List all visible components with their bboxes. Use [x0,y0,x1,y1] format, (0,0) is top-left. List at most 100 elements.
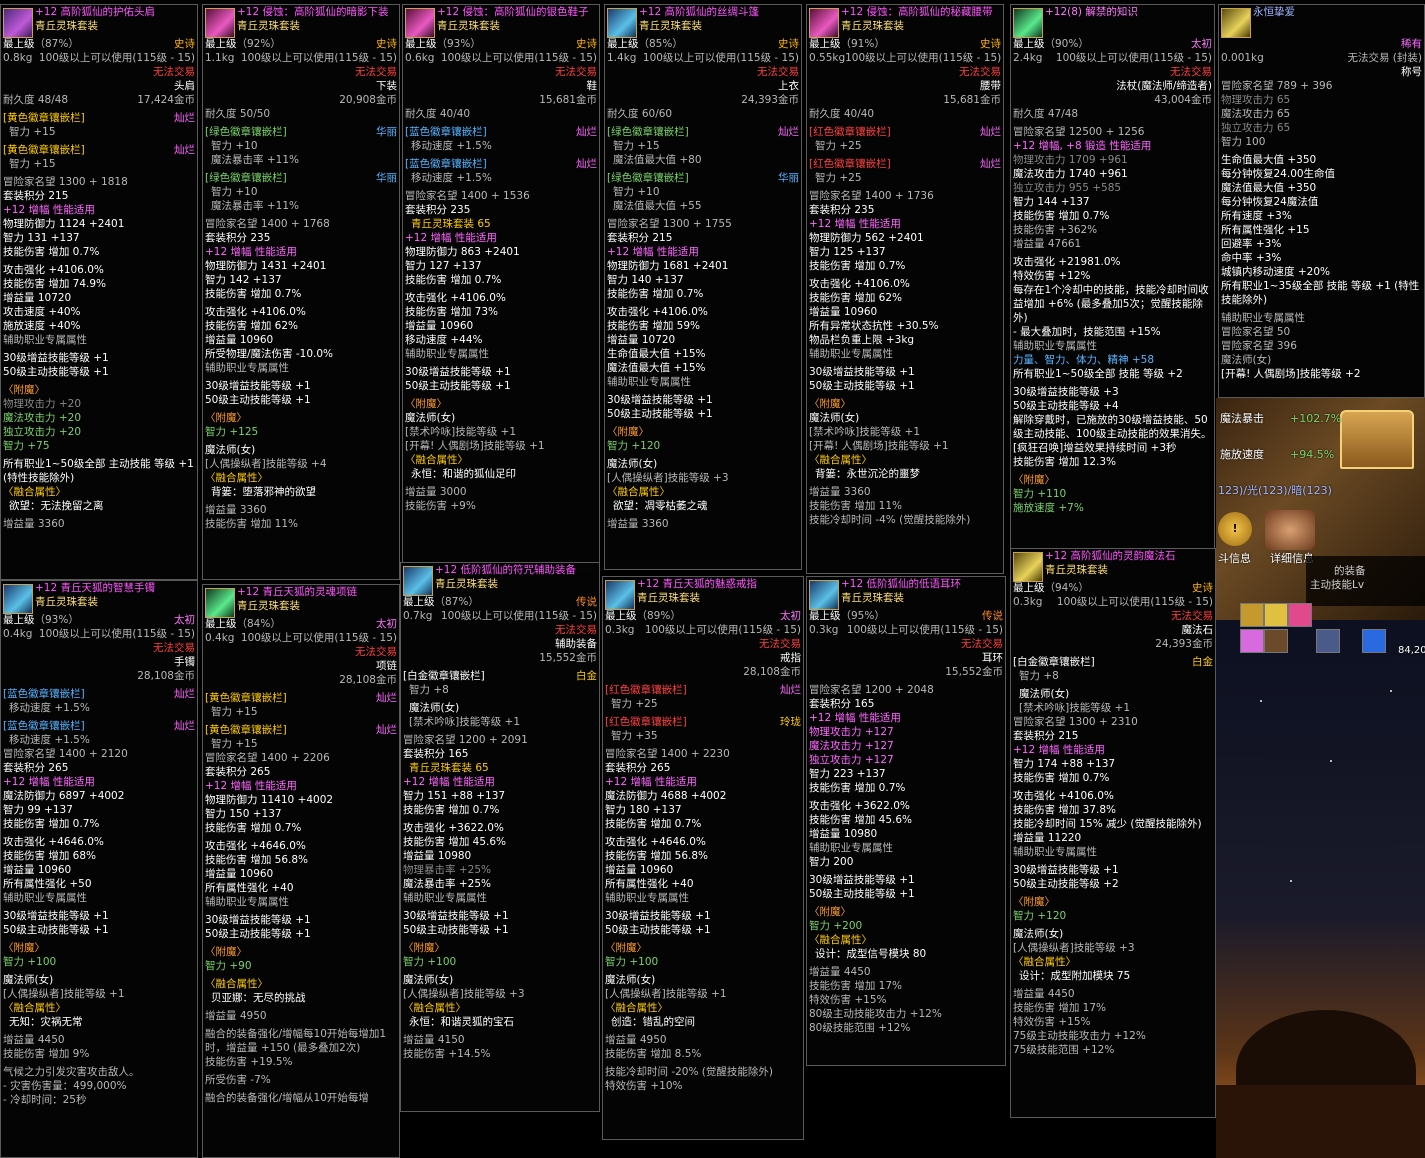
stat-line: 魔法师(女) [607,458,658,470]
stat-line: 物理攻击力 65 [1221,94,1291,106]
stat-row: 15,681金币 [809,93,1001,107]
stat-line: （95%） [840,610,885,622]
stat-line: 腰带 [980,80,1001,92]
stat-line: 辅助职业专属属性 [1013,846,1097,858]
stat-line: 28,108金币 [743,666,801,678]
stat-line: 冒险家名望 12500 + 1256 [1013,126,1145,138]
stat-row: 鞋 [405,79,598,93]
stat-line: 智力 +35 [611,730,658,742]
stat-line: 魔法师(女) [3,974,54,986]
stat-line: 50级主动技能等级 +1 [205,394,311,406]
stat-line: 攻击强化 +4106.0% [3,264,104,276]
stat-line: 所有属性强化 +15 [1221,224,1310,236]
stat-line: 增益量 47661 [1013,238,1082,250]
stat-line: 魔法攻击力 +20 [3,412,81,424]
stat-row: 28,108金币 [205,673,397,687]
stat-line: 魔法暴击率 +11% [211,200,299,212]
stat-line: 技能伤害 增加 0.7% [403,804,500,816]
stat-line: 增益量 11220 [1013,832,1082,844]
stat-line: +12 增幅 性能适用 [3,776,95,788]
stat-line: 技能伤害 增加 0.7% [809,782,906,794]
stat-row: 戒指 [605,651,801,665]
slot-icon[interactable] [1240,629,1264,653]
stat-line: 技能伤害 增加 0.7% [205,822,302,834]
stat-line: - 灾害伤害量：499,000% [3,1080,127,1092]
stat-row: 上衣 [607,79,799,93]
stat-line: 融合的装备强化/增幅每10开始每增加1时，增益量 +150 (最多叠加2次) [205,1028,387,1054]
stat-line: [人偶操纵者]技能等级 +3 [1013,942,1135,954]
stat-line: 24,393金币 [1155,638,1213,650]
stat-line: 所受伤害 -7% [205,1074,271,1086]
stat-row: 无法交易 [605,637,801,651]
stat-line: 生命值最大值 +15% [607,348,706,360]
stat-line: （90%） [1044,38,1089,50]
stat-line: 智力 +25 [815,140,862,152]
slot-icon[interactable] [1264,629,1288,653]
item-icon [405,8,435,38]
stat-line: - 最大叠加时，技能范围 +15% [1013,326,1161,338]
stat-line: 28,108金币 [339,674,397,686]
stat-line: 技能冷却时间 -20% (觉醒技能除外) [605,1066,773,1078]
stat-row: 头肩 [3,79,195,93]
stat-line: 30级增益技能等级 +1 [1013,864,1119,876]
stat-line: 耐久度 50/50 [205,108,271,120]
stat-row: [绿色徽章镶嵌栏] 华丽 [205,171,397,185]
stat-line: （91%） [840,38,885,50]
stat-line: 最上级 [405,38,437,50]
stat-line: 〈融合属性〉 [809,934,872,946]
slot-icon[interactable] [1240,603,1264,627]
stat-line: 冒险家名望 1200 + 2091 [403,734,528,746]
stat-row: 魔法石 [1013,623,1214,637]
avatar[interactable] [1265,510,1315,550]
stat-row: 15,552金币 [403,651,597,665]
stat-line: 手镯 [174,656,195,668]
stat-line: 技能伤害 增加 0.7% [3,818,100,830]
slot-icon[interactable] [1264,603,1288,627]
item-name: +12 高阶狐仙的灵韵魔法石 [1045,550,1176,562]
stat-line: 28,108金币 [137,670,195,682]
stat-line: 技能伤害 增加 68% [3,850,97,862]
stat-line: 1.1kg [205,52,235,64]
treasure-chest-icon[interactable] [1340,410,1414,469]
slot-icon[interactable] [1362,629,1386,653]
stat-line: 冒险家名望 1200 + 2048 [809,684,934,696]
stat-line: [蓝色徽章镶嵌栏] [405,126,487,138]
stat-line: 50级主动技能等级 +1 [3,924,109,936]
stat-line: 〈附魔〉 [605,942,647,954]
stat-line: 技能伤害 增加 0.7% [605,818,702,830]
stat-line: 所有职业1~35级全部 技能 等级 +1 (特性技能除外) [1221,280,1420,306]
stat-line: 增益量 3360 [607,518,669,530]
stat-line: 独立攻击力 955 +585 [1013,182,1122,194]
item-set: 青丘灵珠套装 [637,592,700,604]
stat-line: 魔法攻击力 1740 +961 [1013,168,1128,180]
alert-badge-icon[interactable]: ! [1218,512,1252,546]
battle-info-button[interactable]: 斗信息 [1218,552,1251,566]
stat-line: [疯狂召唤]增益效果持续时间 +3秒 [1013,442,1177,454]
stat-line: （93%） [436,38,481,50]
stat-line: 技能伤害 增加 0.7% [809,260,906,272]
stat-line: 魔法攻击力 65 [1221,108,1291,120]
stat-line: [绿色徽章镶嵌栏] [607,172,689,184]
stat-line: （92%） [236,38,281,50]
stat-line: 增益量 10980 [403,850,472,862]
stat-line: 0.7kg [403,610,433,622]
slot-icon[interactable] [1316,629,1340,653]
stat-line: 0.4kg [3,628,33,640]
tooltip-shoes: +12 侵蚀：高阶狐仙的银色鞋子 青丘灵珠套装 最上级（93%） 史诗 0.6kg 1… [402,4,600,570]
stat-row: [蓝色徽章镶嵌栏] 灿烂 [405,125,597,139]
stat-line: 技能伤害 增加 12.3% [1013,456,1117,468]
stat-row: 28,108金币 [3,669,195,683]
stat-row: 1.4kg 100级以上可以使用(115级 - 15) [607,51,799,65]
stat-line: 所受物理/魔法伤害 -10.0% [205,348,334,360]
stat-line: 30级增益技能等级 +1 [607,394,713,406]
tooltip-ring: +12 青丘天狐的魅惑戒指 青丘灵珠套装 最上级（89%） 太初 0.3kg 100级… [602,576,804,1140]
heart-icon[interactable] [1288,603,1312,627]
stat-line: 玲珑 [780,716,801,728]
stat-line: 智力 +10 [211,186,258,198]
stat-row: 最上级（95%） 传说 [809,609,1003,623]
stat-line: 100级以上可以使用(115级 - 15) [38,628,195,640]
stat-line: 上衣 [778,80,799,92]
stat-line: 15,552金币 [945,666,1003,678]
stat-line: 套装积分 265 [3,762,69,774]
stat-line: 增益量 10720 [607,334,676,346]
